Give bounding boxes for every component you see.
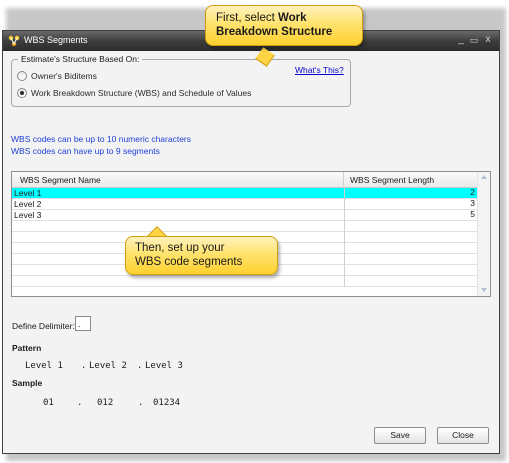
wbs-segment-grid[interactable]: WBS Segment Name WBS Segment Length Leve… — [11, 171, 491, 297]
info-max-segments: WBS codes can have up to 9 segments — [11, 146, 160, 156]
radio-label: Owner's Biditems — [31, 71, 97, 81]
close-window-button[interactable]: x — [480, 33, 496, 47]
sample-segment: 012 — [97, 398, 114, 408]
empty-cell[interactable] — [344, 275, 477, 287]
callout-select-wbs: First, select Work Breakdown Structure — [205, 5, 363, 46]
app-icon — [8, 35, 20, 47]
callout-text: WBS code segments — [135, 256, 243, 268]
grid-scrollbar[interactable] — [477, 172, 490, 296]
save-button[interactable]: Save — [374, 427, 426, 444]
radio-button-checked[interactable] — [17, 88, 27, 98]
segment-name-cell[interactable]: Level 2 — [14, 199, 41, 209]
info-max-characters: WBS codes can be up to 10 numeric charac… — [11, 134, 192, 144]
pattern-segment: Level 3 — [145, 361, 183, 371]
column-header-segment-length[interactable]: WBS Segment Length — [344, 172, 477, 188]
structure-groupbox: Estimate's Structure Based On: Owner's B… — [11, 54, 351, 107]
radio-label: Work Breakdown Structure (WBS) and Sched… — [31, 88, 252, 98]
sample-segment: 01 — [43, 398, 54, 408]
whats-this-link[interactable]: What's This? — [295, 65, 344, 75]
segment-name-cell[interactable]: Level 1 — [14, 188, 41, 198]
sample-separator: . — [138, 398, 144, 408]
sample-label: Sample — [12, 378, 43, 388]
callout-text: First, select — [216, 12, 278, 24]
close-button[interactable]: Close — [437, 427, 489, 444]
empty-row[interactable] — [12, 275, 477, 287]
column-header-segment-name[interactable]: WBS Segment Name — [12, 172, 344, 188]
sample-segment: 01234 — [153, 398, 181, 408]
scroll-down-arrow-icon[interactable] — [481, 288, 487, 292]
pattern-separator: . — [81, 361, 87, 371]
delimiter-input[interactable] — [75, 316, 91, 331]
window-title: WBS Segments — [24, 35, 88, 45]
pattern-segment: Level 1 — [25, 361, 63, 371]
segment-name-cell[interactable]: Level 3 — [14, 210, 41, 220]
callout-setup-segments: Then, set up your WBS code segments — [125, 236, 278, 275]
radio-button[interactable] — [17, 71, 27, 81]
callout-text: Then, set up your — [135, 242, 225, 254]
sample-separator: . — [77, 398, 83, 408]
delimiter-label: Define Delimiter: — [12, 321, 75, 331]
pattern-separator: . — [137, 361, 143, 371]
pattern-segment: Level 2 — [89, 361, 127, 371]
pattern-label: Pattern — [12, 343, 42, 353]
structure-legend: Estimate's Structure Based On: — [18, 54, 143, 64]
radio-owners-biditems[interactable]: Owner's Biditems — [17, 71, 97, 81]
radio-wbs[interactable]: Work Breakdown Structure (WBS) and Sched… — [17, 88, 251, 98]
grid-header: WBS Segment Name WBS Segment Length — [12, 172, 477, 188]
scroll-up-arrow-icon[interactable] — [481, 175, 487, 179]
